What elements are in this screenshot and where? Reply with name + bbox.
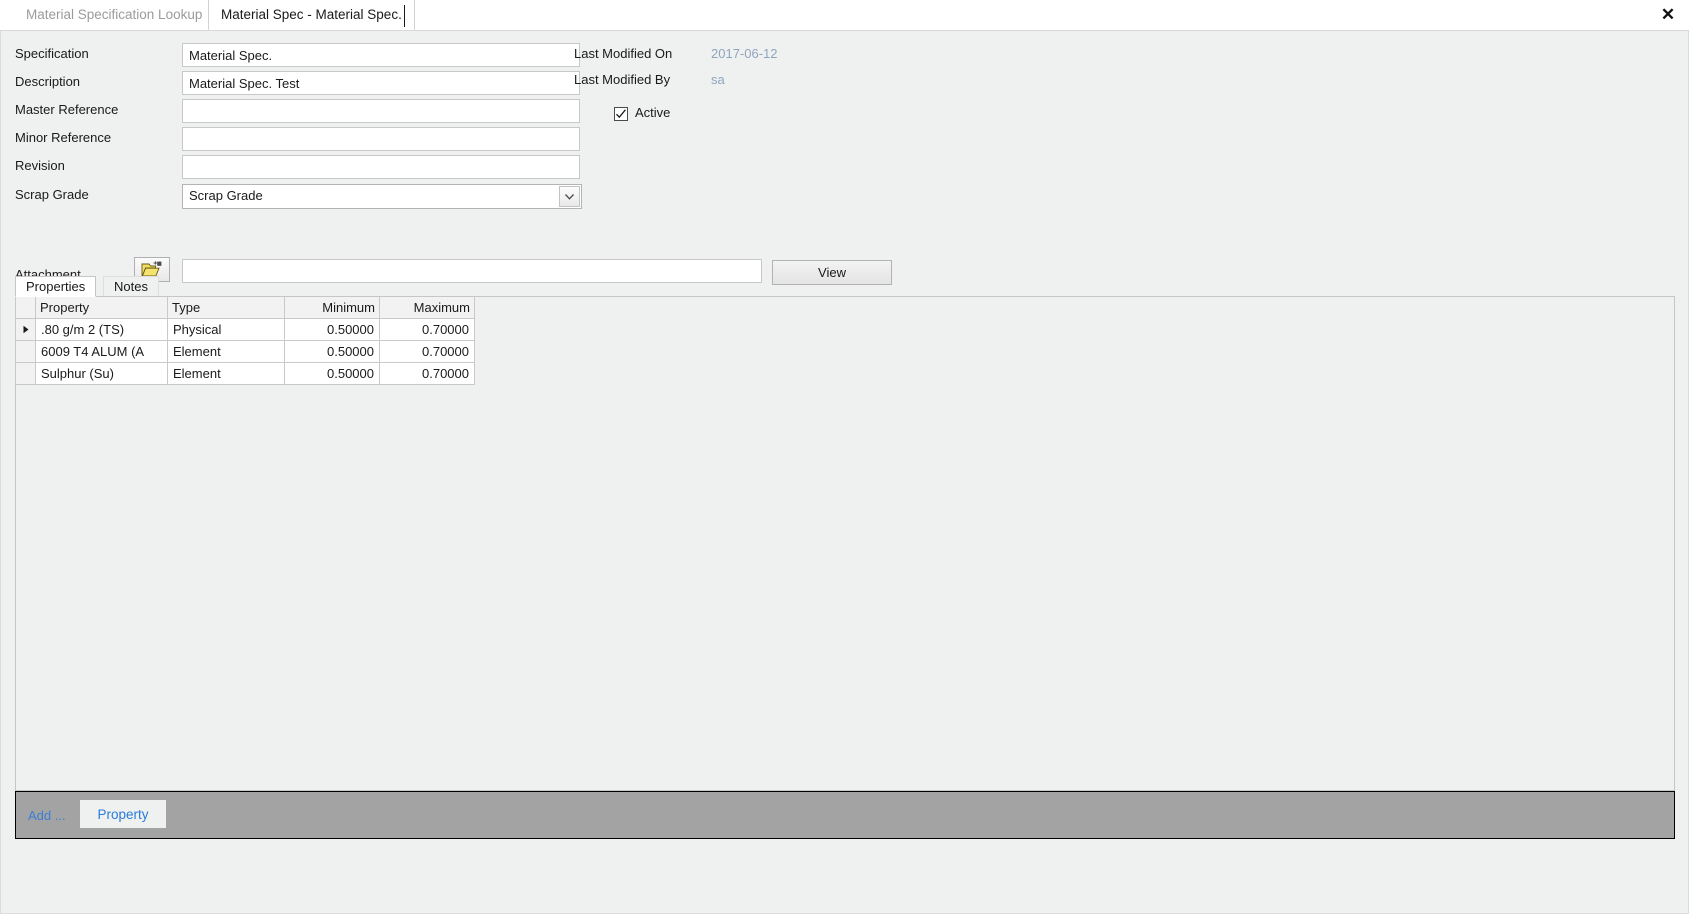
cell-property[interactable]: Sulphur (Su) (35, 361, 168, 385)
specification-input[interactable] (182, 43, 580, 67)
grid-header-minimum[interactable]: Minimum (284, 297, 380, 319)
close-icon[interactable]: ✕ (1655, 2, 1681, 28)
inner-tabstrip: Properties Notes (15, 276, 1675, 297)
add-link[interactable]: Add ... (28, 808, 66, 823)
revision-input[interactable] (182, 155, 580, 179)
minor-reference-input[interactable] (182, 127, 580, 151)
row-selector[interactable] (15, 317, 36, 341)
label-minor-reference: Minor Reference (15, 130, 112, 145)
window-tabstrip: Material Specification Lookup Material S… (0, 0, 1689, 31)
cell-property[interactable]: .80 g/m 2 (TS) (35, 317, 168, 341)
value-last-modified-by: sa (711, 72, 725, 87)
inner-tab-label: Notes (114, 279, 148, 294)
chevron-down-icon[interactable] (559, 186, 580, 207)
grid-header-type[interactable]: Type (167, 297, 285, 319)
table-row[interactable]: .80 g/m 2 (TS) Physical 0.50000 0.70000 (15, 317, 475, 341)
table-row[interactable]: Sulphur (Su) Element 0.50000 0.70000 (15, 361, 475, 385)
cell-maximum[interactable]: 0.70000 (379, 361, 475, 385)
tab-caret (404, 5, 405, 27)
add-property-button[interactable]: Property (80, 800, 166, 828)
grid-header-row: Property Type Minimum Maximum (15, 297, 475, 319)
grid-header-maximum[interactable]: Maximum (379, 297, 475, 319)
label-revision: Revision (15, 158, 65, 173)
description-input[interactable] (182, 71, 580, 95)
cell-minimum[interactable]: 0.50000 (284, 361, 380, 385)
label-last-modified-by: Last Modified By (574, 72, 671, 87)
inner-tab-label: Properties (26, 279, 86, 294)
scrap-grade-select[interactable]: Scrap Grade (182, 184, 582, 209)
cell-minimum[interactable]: 0.50000 (284, 339, 380, 363)
form-panel: Specification Description Master Referen… (0, 31, 1689, 914)
inner-tab-divider (15, 296, 1675, 297)
tab-properties[interactable]: Properties (15, 276, 97, 297)
row-selector[interactable] (15, 339, 36, 363)
active-checkbox[interactable] (614, 107, 628, 121)
master-reference-input[interactable] (182, 99, 580, 123)
cell-type[interactable]: Physical (167, 317, 285, 341)
table-row[interactable]: 6009 T4 ALUM (A Element 0.50000 0.70000 (15, 339, 475, 363)
label-master-reference: Master Reference (15, 102, 119, 117)
label-last-modified-on: Last Modified On (574, 46, 673, 61)
label-scrap-grade: Scrap Grade (15, 187, 89, 202)
cell-type[interactable]: Element (167, 339, 285, 363)
material-spec-window: Material Specification Lookup Material S… (0, 0, 1689, 914)
tab-material-spec[interactable]: Material Spec - Material Spec. (208, 0, 415, 31)
tab-label: Material Specification Lookup (26, 7, 203, 22)
properties-grid: Property Type Minimum Maximum .80 g/m 2 … (15, 297, 475, 385)
value-last-modified-on: 2017-06-12 (711, 46, 778, 61)
cell-maximum[interactable]: 0.70000 (379, 317, 475, 341)
scrap-grade-selected-value: Scrap Grade (189, 188, 263, 203)
tab-material-specification-lookup[interactable]: Material Specification Lookup (14, 0, 215, 31)
grid-header-property[interactable]: Property (35, 297, 168, 319)
cell-minimum[interactable]: 0.50000 (284, 317, 380, 341)
action-bar: Add ... Property (15, 791, 1675, 839)
label-active: Active (635, 105, 671, 120)
grid-header-selector (15, 297, 36, 319)
row-selector[interactable] (15, 361, 36, 385)
cell-property[interactable]: 6009 T4 ALUM (A (35, 339, 168, 363)
label-description: Description (15, 74, 81, 89)
tab-label: Material Spec - Material Spec. (221, 7, 402, 22)
tab-notes[interactable]: Notes (103, 276, 159, 297)
cell-type[interactable]: Element (167, 361, 285, 385)
label-specification: Specification (15, 46, 89, 61)
cell-maximum[interactable]: 0.70000 (379, 339, 475, 363)
